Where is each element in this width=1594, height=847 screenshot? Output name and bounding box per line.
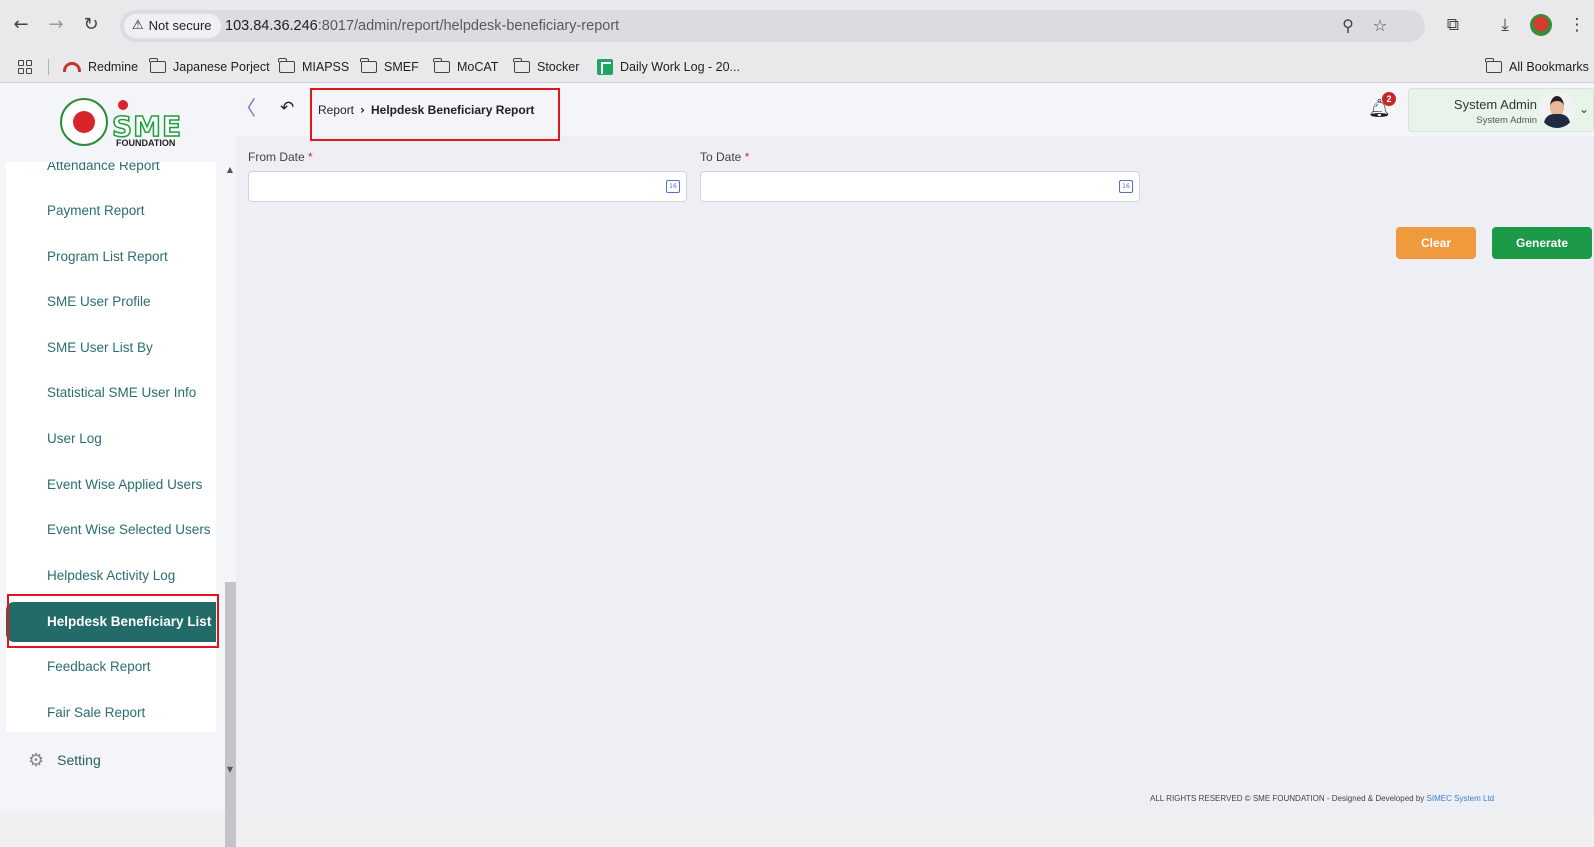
bookmark-label: Stocker bbox=[537, 60, 580, 74]
footer: ALL RIGHTS RESERVED © SME FOUNDATION - D… bbox=[1150, 794, 1494, 803]
address-bar[interactable]: ⚠ Not secure 103.84.36.246:8017/admin/re… bbox=[120, 10, 1425, 42]
extensions-icon[interactable]: ⧉ bbox=[1442, 14, 1464, 36]
sidebar-item-attendance-report[interactable]: Attendance Report bbox=[6, 162, 216, 186]
breadcrumb-root[interactable]: Report bbox=[318, 103, 354, 117]
chevron-down-icon: ⌄ bbox=[1578, 102, 1589, 116]
sidebar-menu: Attendance Report Payment Report Program… bbox=[6, 162, 216, 732]
bookmark-daily-work-log[interactable]: Daily Work Log - 20... bbox=[597, 57, 740, 77]
sidebar-item-event-wise-selected-users[interactable]: Event Wise Selected Users bbox=[6, 510, 216, 550]
apps-icon[interactable] bbox=[18, 57, 32, 77]
sidebar-item-sme-user-list-by[interactable]: SME User List By bbox=[6, 328, 216, 368]
bookmark-label: Redmine bbox=[88, 60, 139, 74]
from-date-field[interactable]: 16 bbox=[248, 171, 687, 202]
breadcrumb-current: Helpdesk Beneficiary Report bbox=[370, 103, 535, 117]
sidebar-item-program-list-report[interactable]: Program List Report bbox=[6, 237, 216, 277]
forward-arrow-icon[interactable]: → bbox=[45, 14, 67, 36]
calendar-icon[interactable]: 16 bbox=[1119, 180, 1133, 193]
sme-foundation-logo[interactable]: SME FOUNDATION bbox=[60, 98, 185, 150]
all-bookmarks[interactable]: All Bookmarks bbox=[1485, 57, 1589, 77]
sidebar-item-fair-sale-report[interactable]: Fair Sale Report bbox=[6, 693, 216, 732]
from-date-label-text: From Date bbox=[248, 150, 305, 164]
bookmark-star-icon[interactable]: ☆ bbox=[1370, 16, 1390, 36]
bookmark-redmine[interactable]: Redmine bbox=[63, 57, 138, 77]
url-path: :8017/admin/report/helpdesk-beneficiary-… bbox=[317, 18, 620, 34]
all-bookmarks-label: All Bookmarks bbox=[1509, 60, 1589, 74]
sidebar-item-helpdesk-beneficiary-list[interactable]: Helpdesk Beneficiary List bbox=[6, 602, 216, 642]
zoom-icon[interactable]: ⚲ bbox=[1338, 16, 1358, 36]
user-role: System Admin bbox=[1476, 115, 1537, 126]
bookmark-label: MoCAT bbox=[457, 60, 499, 74]
bookmarks-bar: Redmine Japanese Porject MIAPSS SMEF MoC… bbox=[0, 50, 1594, 83]
bookmark-miapss[interactable]: MIAPSS bbox=[278, 57, 350, 77]
sidebar-item-payment-report[interactable]: Payment Report bbox=[6, 191, 216, 231]
redmine-icon bbox=[63, 62, 81, 72]
chevron-right-icon: › bbox=[360, 103, 365, 117]
sidebar-item-event-wise-applied-users[interactable]: Event Wise Applied Users bbox=[6, 465, 216, 505]
bookmark-stocker[interactable]: Stocker bbox=[513, 57, 580, 77]
bookmark-smef[interactable]: SMEF bbox=[360, 57, 419, 77]
breadcrumb: Report › Helpdesk Beneficiary Report bbox=[318, 102, 534, 118]
footer-text: ALL RIGHTS RESERVED © SME FOUNDATION - D… bbox=[1150, 794, 1425, 803]
sidebar-item-setting[interactable]: ⚙ Setting bbox=[28, 749, 101, 771]
bookmark-label: Daily Work Log - 20... bbox=[620, 60, 740, 74]
folder-icon bbox=[513, 58, 530, 73]
bookmark-mocat[interactable]: MoCAT bbox=[433, 57, 499, 77]
browser-toolbar: ← → ↻ ⚠ Not secure 103.84.36.246:8017/ad… bbox=[0, 0, 1594, 50]
url-text[interactable]: 103.84.36.246:8017/admin/report/helpdesk… bbox=[225, 10, 619, 42]
required-mark: * bbox=[744, 150, 750, 164]
folder-icon bbox=[1485, 58, 1502, 73]
bookmark-japanese-porject[interactable]: Japanese Porject bbox=[149, 57, 270, 77]
sidebar-scrollbar[interactable]: ▲ ▼ bbox=[224, 162, 236, 847]
logo-subtext: FOUNDATION bbox=[116, 138, 176, 148]
footer-link[interactable]: SIMEC System Ltd bbox=[1427, 794, 1495, 803]
clear-button[interactable]: Clear bbox=[1396, 227, 1476, 259]
folder-icon bbox=[433, 58, 450, 73]
sidebar-item-statistical-sme-user-info[interactable]: Statistical SME User Info bbox=[6, 373, 216, 413]
reload-icon[interactable]: ↻ bbox=[80, 14, 102, 36]
to-date-field[interactable]: 16 bbox=[700, 171, 1140, 202]
sidebar-item-user-log[interactable]: User Log bbox=[6, 419, 216, 459]
notification-badge: 2 bbox=[1382, 92, 1396, 106]
folder-icon bbox=[360, 58, 377, 73]
gear-icon: ⚙ bbox=[28, 749, 45, 771]
bookmark-label: MIAPSS bbox=[302, 60, 350, 74]
sheets-icon bbox=[597, 59, 613, 75]
setting-label: Setting bbox=[57, 752, 101, 768]
logo-dot bbox=[118, 100, 128, 110]
scroll-thumb[interactable] bbox=[225, 582, 236, 847]
sidebar-item-sme-user-profile[interactable]: SME User Profile bbox=[6, 282, 216, 322]
folder-icon bbox=[278, 58, 295, 73]
warning-icon: ⚠ bbox=[132, 18, 144, 33]
from-date-label: From Date * bbox=[248, 150, 313, 164]
to-date-label: To Date * bbox=[700, 150, 749, 164]
generate-button[interactable]: Generate bbox=[1492, 227, 1592, 259]
more-menu-icon[interactable]: ⋮ bbox=[1566, 14, 1588, 36]
security-chip[interactable]: ⚠ Not secure bbox=[124, 14, 221, 38]
sidebar: SME FOUNDATION Attendance Report Payment… bbox=[0, 84, 236, 847]
collapse-sidebar-icon[interactable]: 〈 bbox=[236, 96, 256, 120]
to-date-label-text: To Date bbox=[700, 150, 742, 164]
bookmark-label: SMEF bbox=[384, 60, 419, 74]
sidebar-item-helpdesk-activity-log[interactable]: Helpdesk Activity Log bbox=[6, 556, 216, 596]
scroll-up-icon[interactable]: ▲ bbox=[224, 164, 236, 176]
scroll-down-icon[interactable]: ▼ bbox=[224, 764, 236, 776]
user-menu[interactable]: System Admin System Admin ⌄ bbox=[1408, 88, 1594, 132]
profile-avatar-icon[interactable] bbox=[1530, 14, 1552, 36]
security-label: Not secure bbox=[148, 18, 212, 33]
calendar-icon[interactable]: 16 bbox=[666, 180, 680, 193]
bookmark-label: Japanese Porject bbox=[173, 60, 270, 74]
sidebar-item-feedback-report[interactable]: Feedback Report bbox=[6, 647, 216, 687]
app-root: SME FOUNDATION Attendance Report Payment… bbox=[0, 84, 1594, 847]
top-header: 〈 ↶ Report › Helpdesk Beneficiary Report… bbox=[236, 84, 1594, 141]
avatar bbox=[1539, 92, 1575, 128]
undo-back-icon[interactable]: ↶ bbox=[280, 98, 300, 118]
download-icon[interactable]: ⤓ bbox=[1494, 14, 1516, 36]
folder-icon bbox=[149, 58, 166, 73]
bangladesh-emblem-icon bbox=[60, 98, 108, 146]
url-host: 103.84.36.246 bbox=[225, 18, 318, 34]
required-mark: * bbox=[308, 150, 313, 164]
back-arrow-icon[interactable]: ← bbox=[10, 14, 32, 36]
user-name: System Admin bbox=[1453, 97, 1537, 112]
bookmarks-divider bbox=[48, 59, 49, 75]
